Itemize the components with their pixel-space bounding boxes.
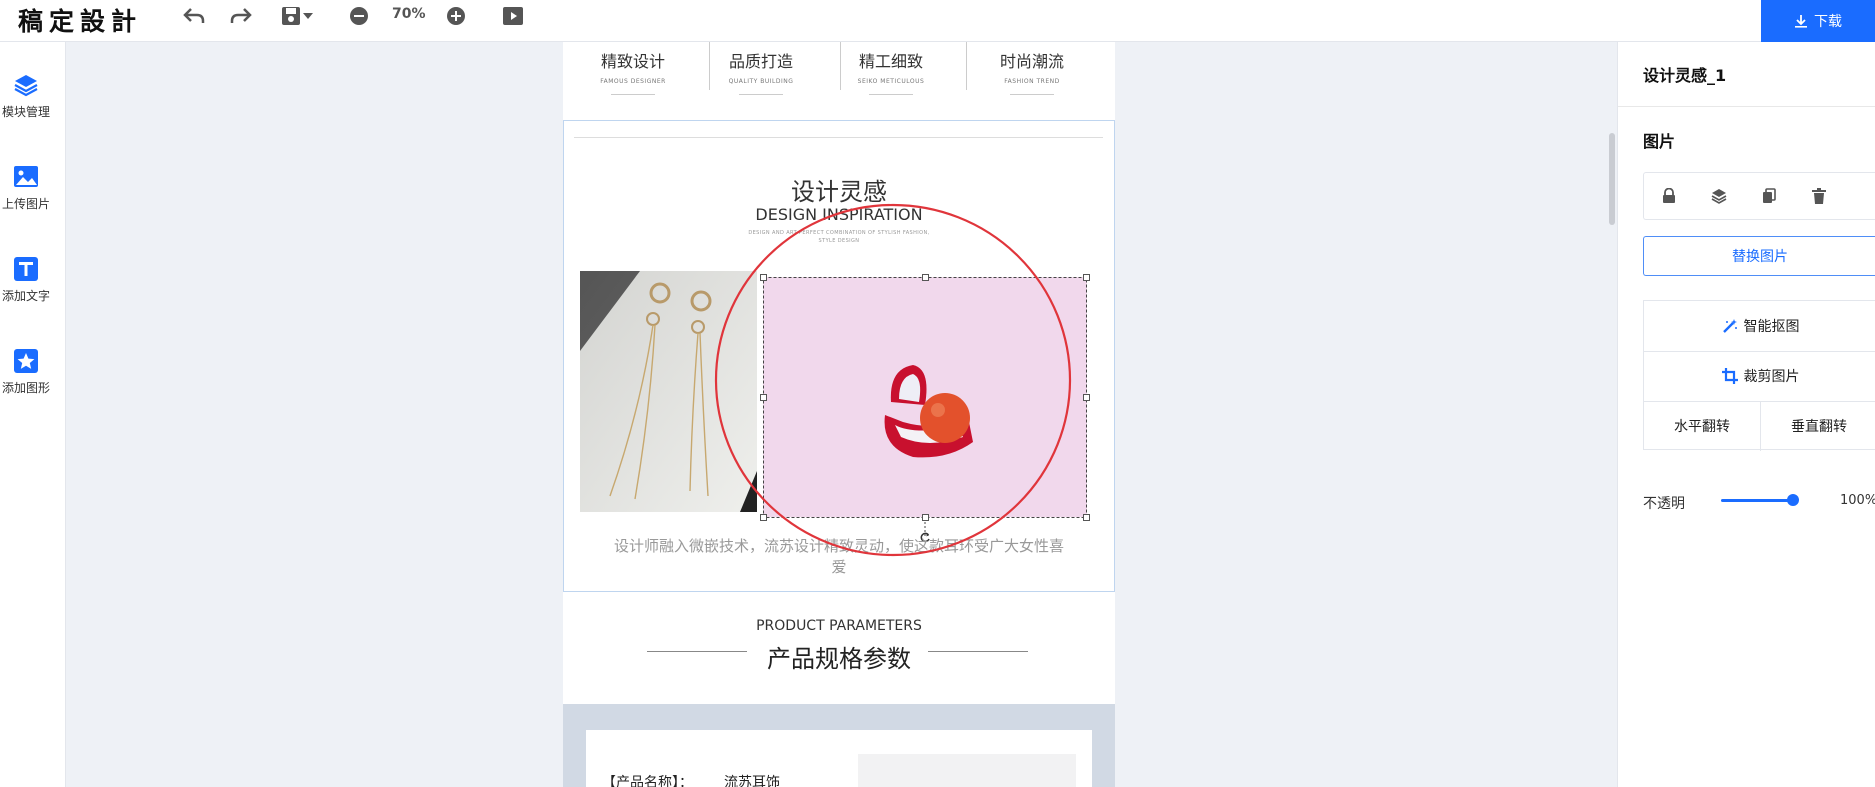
sidebar-item-label: 模块管理 <box>1 105 50 119</box>
image-actions-row <box>1643 172 1875 220</box>
opacity-track <box>1721 499 1793 502</box>
download-label: 下载 <box>1814 14 1842 30</box>
opacity-thumb[interactable] <box>1787 494 1799 506</box>
sidebar-item-upload[interactable]: 上传图片 <box>0 164 52 212</box>
text-icon <box>13 256 39 282</box>
smart-cutout-button[interactable]: 智能抠图 <box>1644 301 1875 351</box>
properties-panel: 设计灵感_1 图片 替换图片 智能抠图 裁剪图片 水平翻转 垂直翻转 不透明 1… <box>1617 42 1875 787</box>
params-title-line <box>928 651 1028 652</box>
download-icon <box>1795 15 1807 28</box>
layers-icon <box>13 72 39 98</box>
opacity-slider[interactable] <box>1721 492 1799 508</box>
redo-icon[interactable] <box>228 3 254 29</box>
download-button[interactable]: 下载 <box>1761 0 1875 42</box>
resize-handle[interactable] <box>760 514 767 521</box>
crop-icon <box>1721 368 1738 384</box>
layers-icon[interactable] <box>1694 172 1744 220</box>
resize-handle[interactable] <box>1083 274 1090 281</box>
param-key: 【产品名称】： <box>602 775 693 787</box>
opacity-value: 100% <box>1840 493 1875 508</box>
copy-icon[interactable] <box>1744 172 1794 220</box>
app-logo[interactable]: 稿定設計 <box>18 2 142 38</box>
zoom-in-icon[interactable] <box>443 3 469 29</box>
crop-label: 裁剪图片 <box>1743 369 1800 385</box>
panel-divider <box>1618 106 1875 107</box>
resize-handle[interactable] <box>922 514 929 521</box>
resize-handle[interactable] <box>760 394 767 401</box>
shape-icon <box>13 348 39 374</box>
sidebar-item-shape[interactable]: 添加图形 <box>0 348 52 396</box>
panel-title: 设计灵感_1 <box>1643 66 1727 85</box>
image-tools-box: 智能抠图 裁剪图片 水平翻转 垂直翻转 <box>1643 300 1875 451</box>
sidebar-item-label: 添加文字 <box>1 289 50 303</box>
undo-icon[interactable] <box>181 3 207 29</box>
resize-handle[interactable] <box>1083 514 1090 521</box>
product-thumbnail <box>858 754 1076 787</box>
opacity-label: 不透明 <box>1643 496 1685 512</box>
image-icon <box>13 164 39 190</box>
params-title-en[interactable]: PRODUCT PARAMETERS <box>563 618 1115 634</box>
params-title-cn[interactable]: 产品规格参数 <box>563 639 1115 674</box>
param-value: 流苏耳饰 <box>724 775 780 787</box>
sidebar-item-label: 上传图片 <box>1 197 50 211</box>
smart-cutout-label: 智能抠图 <box>1743 319 1800 335</box>
selection-box <box>763 277 1087 538</box>
crop-image-button[interactable]: 裁剪图片 <box>1644 351 1875 401</box>
magic-wand-icon <box>1722 319 1737 333</box>
lock-icon[interactable] <box>1644 172 1694 220</box>
design-canvas[interactable]: 精致设计 FAMOUS DESIGNER 品质打造 QUALITY BUILDI… <box>563 42 1115 787</box>
preview-icon[interactable] <box>500 3 526 29</box>
trash-icon[interactable] <box>1794 172 1844 220</box>
canvas-scrollbar[interactable] <box>1609 133 1615 225</box>
inspiration-description[interactable]: 设计师融入微嵌技术，流苏设计精致灵动，使这款耳环受广大女性喜爱 <box>613 536 1065 578</box>
save-dropdown-icon[interactable] <box>300 3 316 29</box>
left-sidebar: 模块管理 上传图片 添加文字 添加图形 <box>0 42 66 787</box>
params-card[interactable]: 【产品名称】： 流苏耳饰 <box>586 730 1092 787</box>
flip-horizontal-button[interactable]: 水平翻转 <box>1644 401 1761 451</box>
resize-handle[interactable] <box>760 274 767 281</box>
zoom-level: 70% <box>392 6 426 22</box>
resize-handle[interactable] <box>1083 394 1090 401</box>
zoom-out-icon[interactable] <box>346 3 372 29</box>
sidebar-item-label: 添加图形 <box>1 381 50 395</box>
replace-image-button[interactable]: 替换图片 <box>1643 236 1875 276</box>
sidebar-item-text[interactable]: 添加文字 <box>0 256 52 304</box>
top-toolbar: 稿定設計 70% 下载 <box>0 0 1875 42</box>
panel-section-title: 图片 <box>1643 132 1676 151</box>
flip-vertical-button[interactable]: 垂直翻转 <box>1761 401 1875 451</box>
resize-handle[interactable] <box>922 274 929 281</box>
sidebar-item-modules[interactable]: 模块管理 <box>0 72 52 120</box>
